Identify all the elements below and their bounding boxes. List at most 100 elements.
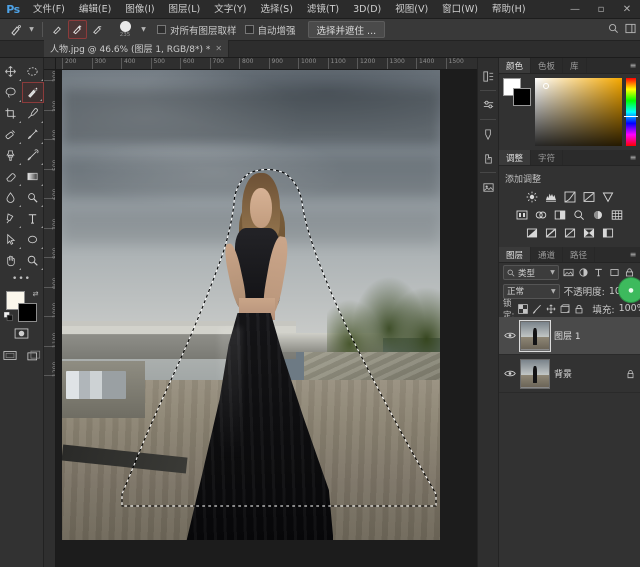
maximize-button[interactable]: ▫	[588, 0, 614, 19]
color-field[interactable]	[535, 78, 622, 146]
hue-saturation-icon[interactable]	[515, 208, 529, 222]
document-tab[interactable]: 人物.jpg @ 46.6% (图层 1, RGB/8*) * ✕	[44, 40, 230, 57]
tab-character[interactable]: 字符	[531, 150, 564, 165]
layer-name[interactable]: 图层 1	[554, 329, 636, 342]
menu-window[interactable]: 窗口(W)	[435, 0, 485, 19]
layer-name[interactable]: 背景	[554, 367, 620, 380]
panel-menu-icon[interactable]: ≡	[626, 58, 640, 73]
menu-type[interactable]: 文字(Y)	[207, 0, 253, 19]
menu-help[interactable]: 帮助(H)	[485, 0, 533, 19]
brightness-contrast-icon[interactable]	[525, 190, 539, 204]
black-white-icon[interactable]	[553, 208, 567, 222]
history-panel-icon[interactable]	[478, 64, 498, 88]
menu-layer[interactable]: 图层(L)	[162, 0, 208, 19]
tab-swatches[interactable]: 色板	[531, 58, 564, 73]
close-icon[interactable]: ✕	[215, 44, 222, 53]
layer-thumbnail[interactable]	[519, 319, 551, 352]
tool-eraser[interactable]	[0, 166, 22, 187]
add-to-selection-button[interactable]	[68, 20, 87, 39]
curves-icon[interactable]	[563, 190, 577, 204]
lock-all-icon[interactable]	[574, 302, 584, 315]
vertical-ruler[interactable]: 200 300 400 500 600 700 800 900 1000 1100 1200	[44, 70, 56, 567]
exposure-icon[interactable]	[582, 190, 596, 204]
tool-move[interactable]	[0, 61, 22, 82]
pixel-filter-icon[interactable]	[562, 265, 574, 280]
screen-mode-standard-icon[interactable]	[0, 346, 20, 364]
workspace-switcher-icon[interactable]	[625, 23, 636, 37]
tool-crop[interactable]	[0, 103, 22, 124]
edit-toolbar-button[interactable]: •••	[0, 274, 44, 284]
tab-libraries[interactable]: 库	[563, 58, 587, 73]
menu-image[interactable]: 图像(I)	[118, 0, 161, 19]
layer-row-background[interactable]: 背景	[499, 355, 640, 393]
screen-mode-fullscreen-icon[interactable]	[24, 346, 44, 364]
tab-color[interactable]: 颜色	[499, 58, 532, 73]
document-image[interactable]	[62, 70, 440, 540]
adjustment-filter-icon[interactable]	[577, 265, 589, 280]
tool-clone-stamp[interactable]	[0, 145, 22, 166]
color-balance-icon[interactable]	[534, 208, 548, 222]
invert-icon[interactable]	[525, 226, 539, 240]
lock-position-icon[interactable]	[546, 302, 556, 315]
select-and-mask-button[interactable]: 选择并遮住 ...	[307, 21, 386, 38]
auto-enhance-checkbox[interactable]: 自动增强	[244, 23, 296, 37]
levels-icon[interactable]	[544, 190, 558, 204]
photo-filter-icon[interactable]	[572, 208, 586, 222]
tool-marquee[interactable]	[22, 61, 44, 82]
shape-filter-icon[interactable]	[608, 265, 620, 280]
menu-edit[interactable]: 编辑(E)	[72, 0, 118, 19]
layer-row-layer-1[interactable]: 图层 1	[499, 317, 640, 355]
fill-value[interactable]: 100%	[619, 303, 640, 314]
tool-pen[interactable]	[0, 208, 22, 229]
horizontal-ruler[interactable]: 200 300 400 500 600 700 800 900 1000 1100 1200 1300…	[44, 58, 477, 70]
tool-history-brush[interactable]	[22, 145, 44, 166]
subtract-from-selection-button[interactable]	[88, 20, 107, 39]
menu-filter[interactable]: 滤镜(T)	[300, 0, 346, 19]
type-filter-icon[interactable]	[593, 265, 605, 280]
lock-image-pixels-icon[interactable]	[532, 302, 542, 315]
sample-all-layers-checkbox[interactable]: 对所有图层取样	[157, 23, 237, 37]
tab-adjustments[interactable]: 调整	[499, 150, 532, 165]
panel-menu-icon[interactable]: ≡	[626, 150, 640, 165]
search-icon[interactable]	[608, 23, 619, 37]
tool-quick-selection[interactable]	[21, 82, 44, 103]
brush-settings-panel-icon[interactable]	[478, 122, 498, 146]
tool-lasso[interactable]	[0, 82, 22, 103]
quick-mask-button[interactable]	[12, 324, 32, 342]
tool-gradient[interactable]	[22, 166, 44, 187]
gradient-map-icon[interactable]	[582, 226, 596, 240]
background-color-swatch[interactable]	[17, 303, 37, 322]
color-lookup-icon[interactable]	[610, 208, 624, 222]
status-badge[interactable]: ●	[618, 277, 640, 303]
close-button[interactable]: ✕	[614, 0, 640, 19]
tool-type[interactable]	[22, 208, 44, 229]
menu-view[interactable]: 视图(V)	[388, 0, 435, 19]
threshold-icon[interactable]	[563, 226, 577, 240]
new-selection-button[interactable]	[48, 20, 67, 39]
swap-colors-icon[interactable]: ⇄	[33, 290, 39, 298]
minimize-button[interactable]: —	[562, 0, 588, 19]
quick-selection-tool-icon[interactable]	[6, 21, 26, 39]
chevron-down-icon[interactable]: ▼	[551, 288, 556, 295]
libraries-panel-icon[interactable]	[478, 175, 498, 199]
tool-blur[interactable]	[0, 187, 22, 208]
layer-thumbnail[interactable]	[520, 358, 550, 389]
tool-eyedropper[interactable]	[22, 103, 44, 124]
tab-paths[interactable]: 路径	[563, 247, 596, 262]
vibrance-icon[interactable]	[601, 190, 615, 204]
chevron-down-icon[interactable]: ▼	[550, 269, 555, 276]
brush-size-preview[interactable]: 235	[112, 20, 138, 40]
hue-slider[interactable]	[624, 78, 638, 146]
menu-file[interactable]: 文件(F)	[26, 0, 72, 19]
tool-preset-caret-icon[interactable]: ▼	[26, 21, 37, 39]
lock-transparent-pixels-icon[interactable]	[518, 302, 529, 315]
tool-path-selection[interactable]	[0, 229, 22, 250]
eye-icon[interactable]	[503, 367, 516, 380]
eye-icon[interactable]	[503, 329, 516, 342]
properties-panel-icon[interactable]	[478, 93, 498, 117]
tool-healing-brush[interactable]	[0, 124, 22, 145]
menu-select[interactable]: 选择(S)	[253, 0, 299, 19]
clone-source-panel-icon[interactable]	[478, 146, 498, 170]
brush-options-caret-icon[interactable]: ▼	[138, 21, 149, 39]
tool-shape[interactable]	[22, 229, 44, 250]
